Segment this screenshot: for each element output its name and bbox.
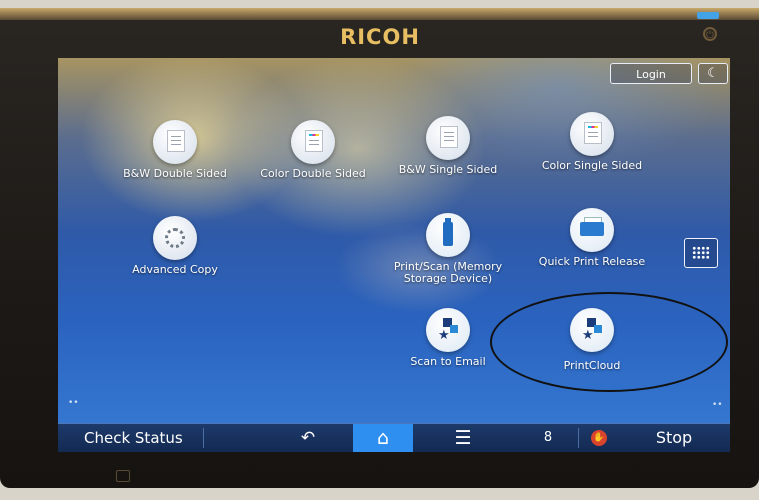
back-arrow-icon: ↶ xyxy=(300,428,316,448)
app-bw-double-sided[interactable]: B&W Double Sided xyxy=(110,120,240,180)
minimize-icon: 8 xyxy=(543,430,553,445)
menu-icon: ☰ xyxy=(454,427,472,449)
lock-icon xyxy=(116,470,130,482)
grid-icon xyxy=(692,246,710,260)
login-button[interactable]: Login xyxy=(610,63,692,84)
app-advanced-copy[interactable]: Advanced Copy xyxy=(110,216,240,276)
home-button[interactable]: ⌂ xyxy=(353,424,413,452)
stop-button[interactable]: Stop xyxy=(638,424,710,452)
app-color-single-sided[interactable]: Color Single Sided xyxy=(527,112,657,172)
energy-saver-button[interactable]: ☾ xyxy=(698,63,728,84)
check-status-button[interactable]: Check Status xyxy=(58,424,203,452)
app-print-scan-memory[interactable]: Print/Scan (Memory Storage Device) xyxy=(383,213,513,285)
document-icon xyxy=(153,120,197,164)
page-indicator-right: •• xyxy=(712,400,723,410)
divider xyxy=(578,428,579,448)
app-quick-print-release[interactable]: Quick Print Release xyxy=(527,208,657,268)
menu-button[interactable]: ☰ xyxy=(433,424,493,452)
app-bw-single-sided[interactable]: B&W Single Sided xyxy=(383,116,513,176)
usb-icon xyxy=(426,213,470,257)
home-icon: ⌂ xyxy=(376,427,390,449)
star-stack-icon: ★ xyxy=(426,308,470,352)
app-color-double-sided[interactable]: Color Double Sided xyxy=(248,120,378,180)
moon-icon: ☾ xyxy=(707,66,719,81)
stop-icon[interactable]: ✋ xyxy=(591,430,607,446)
bottom-navigation-bar: Check Status ↶ ⌂ ☰ 8 ✋ Stop xyxy=(58,423,730,452)
minimize-button[interactable]: 8 xyxy=(518,424,578,452)
status-indicator-light xyxy=(697,12,719,19)
page-indicator-left: •• xyxy=(68,398,79,408)
power-icon[interactable]: ⏻ xyxy=(703,27,717,41)
color-document-icon xyxy=(570,112,614,156)
printer-icon xyxy=(570,208,614,252)
hand-drawn-highlight-circle xyxy=(490,292,728,392)
brand-logo: RICOH xyxy=(340,25,420,49)
color-document-icon xyxy=(291,120,335,164)
bezel-top-edge xyxy=(0,8,759,20)
app-list-button[interactable] xyxy=(684,238,718,268)
back-button[interactable]: ↶ xyxy=(278,424,338,452)
document-icon xyxy=(426,116,470,160)
divider xyxy=(203,428,204,448)
gear-icon xyxy=(153,216,197,260)
